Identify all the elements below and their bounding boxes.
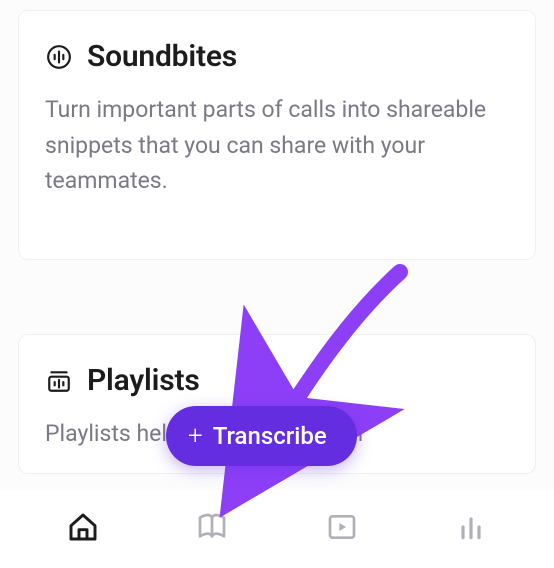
soundbites-card[interactable]: Soundbites Turn important parts of calls… (18, 10, 536, 260)
nav-home[interactable] (65, 511, 101, 547)
playlist-rect-icon (45, 367, 73, 395)
soundbites-header: Soundbites (45, 39, 509, 74)
play-icon (326, 511, 358, 547)
home-icon (67, 511, 99, 547)
transcribe-label: Transcribe (213, 422, 327, 450)
soundbites-title: Soundbites (87, 39, 237, 74)
plus-icon: + (188, 423, 203, 449)
transcribe-button[interactable]: + Transcribe (166, 406, 357, 466)
bottom-nav (0, 490, 554, 568)
waveform-circle-icon (45, 43, 73, 71)
soundbites-description: Turn important parts of calls into share… (45, 92, 509, 199)
nav-stats[interactable] (453, 511, 489, 547)
bars-icon (455, 511, 487, 547)
screen: Soundbites Turn important parts of calls… (0, 0, 554, 568)
nav-play[interactable] (324, 511, 360, 547)
playlists-title: Playlists (87, 363, 200, 398)
book-icon (196, 511, 228, 547)
nav-library[interactable] (194, 511, 230, 547)
playlists-header: Playlists (45, 363, 509, 398)
